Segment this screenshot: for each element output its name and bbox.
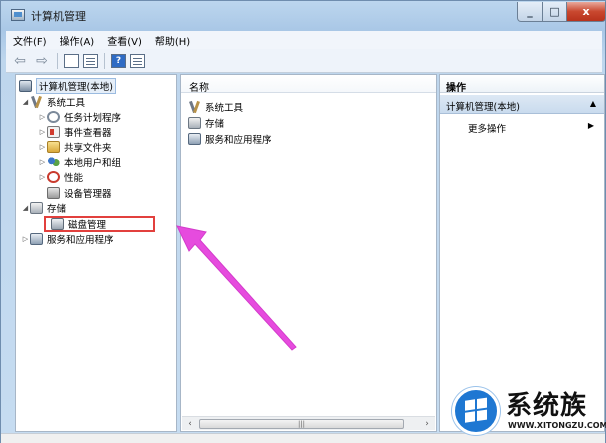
back-arrow-icon[interactable]: ⇦ [11, 52, 29, 70]
tree-item-label: 服务和应用程序 [47, 234, 114, 246]
toolbar-separator [57, 52, 58, 69]
tree-item-label: 性能 [64, 172, 84, 184]
close-icon: x [582, 5, 590, 18]
scroll-left-icon[interactable]: ‹ [183, 418, 197, 430]
show-hide-console-tree-icon[interactable] [64, 53, 79, 68]
details-pane: 名称 系统工具 存储 服务和应用程序 ‹ ||| › [180, 74, 437, 432]
users-icon [47, 155, 60, 168]
menu-view[interactable]: 查看(V) [100, 33, 148, 48]
tree-item-label: 计算机管理(本地) [36, 77, 116, 94]
export-list-icon[interactable] [83, 53, 98, 68]
collapsed-chevron-icon[interactable]: ▷ [38, 158, 47, 166]
toolbar: ⇦ ⇨ ? [6, 49, 602, 73]
tree-item-event-viewer[interactable]: ▷ 事件查看器 [38, 124, 112, 139]
tree-item-services-apps[interactable]: ▷ 服务和应用程序 [21, 231, 114, 246]
device-manager-icon [47, 186, 60, 199]
site-watermark: 系统族 WWW.XITONGZU.COM [452, 383, 606, 443]
tree-item-label: 任务计划程序 [64, 112, 122, 124]
disk-management-highlight [44, 216, 155, 232]
toolbar-separator [104, 52, 105, 69]
horizontal-scrollbar[interactable]: ‹ ||| › [182, 416, 435, 430]
services-icon [188, 132, 201, 145]
menu-action[interactable]: 操作(A) [53, 33, 101, 48]
maximize-button[interactable]: □ [542, 2, 567, 22]
actions-pane: 操作 计算机管理(本地) ▲ 更多操作 ▶ [439, 74, 605, 432]
forward-arrow-icon[interactable]: ⇨ [33, 52, 51, 70]
actions-group-header[interactable]: 计算机管理(本地) ▲ [440, 95, 604, 114]
collapsed-chevron-icon[interactable]: ▷ [38, 128, 47, 136]
clock-icon [47, 110, 60, 123]
tree-item-label: 存储 [47, 203, 67, 215]
title-bar[interactable]: 计算机管理 _ □ x [1, 1, 606, 29]
shared-folder-icon [47, 140, 60, 153]
tree-item-storage[interactable]: ◢ 存储 [21, 200, 66, 215]
tree-item-performance[interactable]: ▷ 性能 [38, 169, 83, 184]
collapse-up-icon[interactable]: ▲ [590, 99, 596, 108]
menu-help[interactable]: 帮助(H) [148, 33, 196, 48]
menu-bar: 文件(F) 操作(A) 查看(V) 帮助(H) [6, 31, 602, 49]
tree-item-label: 共享文件夹 [64, 142, 112, 154]
collapsed-chevron-icon[interactable]: ▷ [38, 143, 47, 151]
tree-item-system-tools[interactable]: ◢ 系统工具 [21, 94, 85, 109]
maximize-icon: □ [549, 5, 560, 18]
list-item-label: 系统工具 [205, 102, 244, 114]
performance-icon [47, 170, 60, 183]
tree-item-root[interactable]: 计算机管理(本地) [19, 77, 116, 94]
tree-item-label: 设备管理器 [64, 188, 112, 200]
tree-item-label: 本地用户和组 [64, 157, 122, 169]
storage-icon [188, 116, 201, 129]
show-hide-action-pane-icon[interactable] [130, 53, 145, 68]
watermark-url: WWW.XITONGZU.COM [508, 421, 606, 430]
close-button[interactable]: x [566, 2, 606, 22]
expanded-chevron-icon[interactable]: ◢ [21, 204, 30, 212]
column-header-name[interactable]: 名称 [181, 75, 436, 94]
tree-item-label: 事件查看器 [64, 127, 112, 139]
event-viewer-icon [47, 125, 60, 138]
tools-icon [188, 101, 201, 113]
tree-item-shared-folders[interactable]: ▷ 共享文件夹 [38, 139, 112, 154]
menu-file[interactable]: 文件(F) [6, 33, 53, 48]
scrollbar-thumb[interactable]: ||| [199, 419, 404, 429]
collapsed-chevron-icon[interactable]: ▷ [38, 113, 47, 121]
collapsed-chevron-icon[interactable]: ▷ [38, 173, 47, 181]
watermark-brand: 系统族 [506, 391, 588, 421]
list-item[interactable]: 服务和应用程序 [188, 131, 272, 146]
windows-logo-icon [452, 387, 500, 435]
actions-title: 操作 [440, 75, 604, 94]
storage-icon [30, 201, 43, 214]
tools-icon [30, 96, 43, 108]
services-icon [30, 232, 43, 245]
tree-item-label: 系统工具 [47, 97, 86, 109]
list-item[interactable]: 存储 [188, 115, 224, 130]
computer-icon [19, 79, 32, 92]
collapsed-chevron-icon[interactable]: ▷ [21, 235, 30, 243]
submenu-arrow-icon[interactable]: ▶ [588, 121, 594, 130]
list-item-label: 服务和应用程序 [205, 134, 272, 146]
window-title: 计算机管理 [31, 10, 86, 23]
console-tree-pane: 计算机管理(本地) ◢ 系统工具 ▷ 任务计划程序 ▷ 事件查看器 ▷ 共享文件… [15, 74, 177, 432]
minimize-icon: _ [527, 5, 533, 18]
tree-item-device-manager[interactable]: 设备管理器 [47, 185, 112, 200]
minimize-button[interactable]: _ [517, 2, 543, 22]
tree-item-local-users[interactable]: ▷ 本地用户和组 [38, 154, 121, 169]
scroll-right-icon[interactable]: › [420, 418, 434, 430]
list-item-label: 存储 [205, 118, 225, 130]
help-icon[interactable]: ? [111, 53, 126, 68]
tree-item-task-scheduler[interactable]: ▷ 任务计划程序 [38, 109, 121, 124]
more-actions-link[interactable]: 更多操作 [468, 121, 506, 135]
expanded-chevron-icon[interactable]: ◢ [21, 98, 30, 106]
actions-group-label: 计算机管理(本地) [446, 102, 520, 113]
computer-management-icon [11, 9, 25, 21]
list-item[interactable]: 系统工具 [188, 99, 243, 114]
